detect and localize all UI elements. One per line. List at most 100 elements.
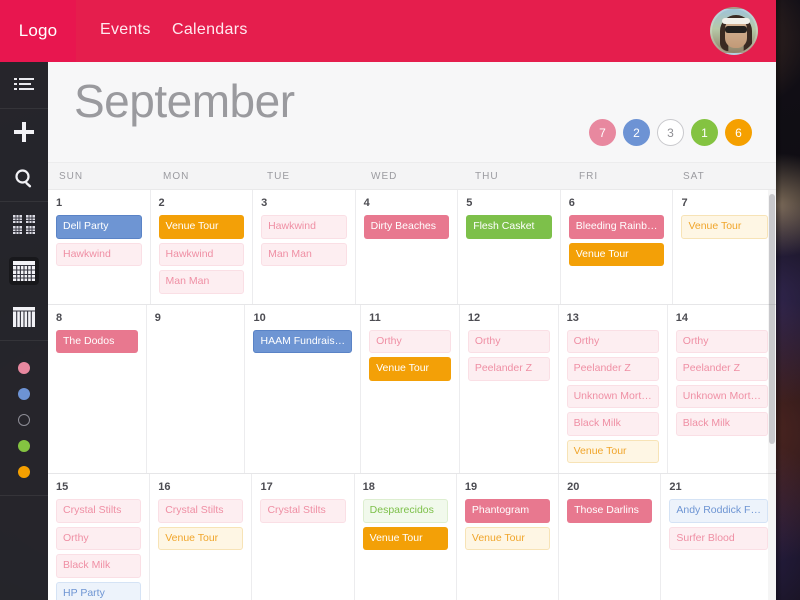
calendar-event[interactable]: Unknown Mort…	[566, 384, 659, 408]
status-badge[interactable]: 3	[657, 119, 684, 146]
calendar-dot-green[interactable]	[0, 433, 48, 459]
calendar-day-cell[interactable]: 17 Crystal Stilts	[252, 474, 355, 600]
calendar-event[interactable]: Venue Tour	[568, 242, 665, 266]
calendar-day-cell[interactable]: 3 Hawkwind Man Man	[253, 190, 356, 304]
calendar-event[interactable]: Orthy	[566, 329, 659, 353]
calendar-dot-green-swatch	[18, 440, 30, 452]
avatar-sunglasses	[725, 26, 747, 33]
nav-item-events[interactable]: Events	[100, 21, 151, 39]
calendar-event[interactable]: Hawkwind	[56, 242, 142, 266]
calendar-day-cell[interactable]: 21 Andy Roddick F… Surfer Blood	[661, 474, 776, 600]
calendar-event[interactable]: Venue Tour	[464, 526, 551, 550]
calendar-event[interactable]: Venue Tour	[566, 439, 659, 463]
calendar-day-cell[interactable]: 4 Dirty Beaches	[355, 190, 459, 304]
calendar-event[interactable]: Crystal Stilts	[260, 499, 346, 523]
calendar-event[interactable]: Crystal Stilts	[158, 499, 244, 523]
avatar[interactable]	[710, 7, 758, 55]
calendar-day-cell[interactable]: 20 Those Darlins	[559, 474, 662, 600]
calendar-event[interactable]: Man Man	[158, 270, 245, 294]
calendar-event[interactable]: Orthy	[467, 329, 550, 353]
calendar-day-cell[interactable]: 5 Flesh Casket	[458, 190, 561, 304]
calendar-event[interactable]: Hawkwind	[261, 215, 347, 239]
calendar-day-cell[interactable]: 16 Crystal Stilts Venue Tour	[150, 474, 253, 600]
calendar-scrollbar-thumb[interactable]	[769, 194, 775, 444]
calendar-event[interactable]: Black Milk	[566, 412, 659, 436]
calendar-event[interactable]: Peelander Z	[675, 357, 768, 381]
calendar-day-cell[interactable]: 18 Desparecidos Venue Tour	[354, 474, 457, 600]
day-number: 5	[466, 197, 473, 209]
status-badge[interactable]: 2	[623, 119, 650, 146]
calendar-day-cell[interactable]: 7 Venue Tour	[673, 190, 776, 304]
calendar-event[interactable]: Black Milk	[56, 554, 142, 578]
calendar-event[interactable]: Black Milk	[675, 412, 768, 436]
left-sidebar	[0, 62, 48, 600]
sidebar-item-list[interactable]	[0, 62, 48, 108]
sidebar-item-multi-month[interactable]	[0, 202, 48, 248]
calendar-event[interactable]: Flesh Casket	[466, 215, 552, 239]
calendar-event[interactable]: Surfer Blood	[669, 526, 768, 550]
calendar-event[interactable]: Man Man	[261, 242, 347, 266]
calendar-day-cell[interactable]: 19 Phantogram Venue Tour	[456, 474, 560, 600]
calendar-day-cell[interactable]: 14 Orthy Peelander Z Unknown Mort… Black Mil…	[667, 304, 776, 473]
calendar-event[interactable]: Andy Roddick F…	[669, 499, 768, 523]
day-of-week-label: WED	[371, 170, 398, 182]
day-number: 19	[464, 481, 478, 493]
sidebar-item-add[interactable]	[0, 109, 48, 155]
nav-item-calendars[interactable]: Calendars	[172, 21, 248, 39]
status-badge[interactable]: 1	[691, 119, 718, 146]
day-of-week-label: FRI	[579, 170, 599, 182]
calendar-event[interactable]: Phantogram	[464, 499, 551, 523]
calendar-dot-orange[interactable]	[0, 459, 48, 485]
calendar-event[interactable]: Desparecidos	[362, 499, 448, 523]
status-badge[interactable]: 7	[589, 119, 616, 146]
calendar-event[interactable]: Those Darlins	[567, 499, 653, 523]
calendar-panel: September 72316 SUN MON TUE WED THU FRI SAT 1D…	[48, 62, 776, 600]
calendar-event[interactable]: Venue Tour	[362, 526, 448, 550]
calendar-event[interactable]: Venue Tour	[158, 526, 244, 550]
calendar-dot-blue[interactable]	[0, 381, 48, 407]
day-number: 1	[56, 197, 63, 209]
calendar-day-cell[interactable]: 15 Crystal Stilts Orthy Black Milk HP Party	[48, 474, 151, 600]
calendar-event[interactable]: Peelander Z	[467, 357, 550, 381]
calendar-day-cell[interactable]: 10 HAAM Fundrais…	[245, 304, 362, 473]
calendar-event[interactable]: Venue Tour	[681, 215, 768, 239]
day-number: 15	[56, 481, 69, 493]
search-icon	[14, 168, 34, 188]
calendar-dot-off[interactable]	[0, 407, 48, 433]
top-navigation-bar: Logo Events Calendars	[0, 0, 776, 62]
calendar-event[interactable]: Dirty Beaches	[363, 215, 450, 239]
calendar-event[interactable]: Orthy	[56, 526, 142, 550]
sidebar-item-month[interactable]	[0, 248, 48, 294]
calendar-day-cell[interactable]: 13 Orthy Peelander Z Unknown Mort… Black Mil…	[558, 304, 668, 473]
calendar-event[interactable]: Venue Tour	[369, 357, 451, 381]
calendar-day-cell[interactable]: 9	[146, 304, 246, 473]
calendar-day-cell[interactable]: 12 Orthy Peelander Z	[459, 304, 559, 473]
calendar-day-cell[interactable]: 2 Venue Tour Hawkwind Man Man	[150, 190, 254, 304]
day-number: 16	[158, 481, 171, 493]
calendar-day-cell[interactable]: 1 Dell Party Hawkwind	[48, 190, 151, 304]
calendar-event[interactable]: Orthy	[675, 329, 768, 353]
status-badge[interactable]: 6	[725, 119, 752, 146]
day-number: 9	[154, 311, 161, 324]
calendar-event[interactable]: Bleeding Rainb…	[568, 215, 665, 239]
calendar-event[interactable]: Dell Party	[56, 215, 142, 239]
calendar-event[interactable]: Hawkwind	[158, 242, 245, 266]
logo-button[interactable]: Logo	[0, 0, 76, 62]
calendar-event[interactable]: HAAM Fundrais…	[253, 329, 353, 353]
calendar-event[interactable]: The Dodos	[56, 329, 138, 353]
month-grid-icon	[9, 257, 39, 285]
sidebar-item-search[interactable]	[0, 155, 48, 201]
calendar-dot-pink-swatch	[18, 362, 30, 374]
calendar-event[interactable]: Crystal Stilts	[56, 499, 142, 523]
calendar-day-cell[interactable]: 11 Orthy Venue Tour	[361, 304, 460, 473]
sidebar-item-week[interactable]	[0, 294, 48, 340]
calendar-day-cell[interactable]: 8 The Dodos	[48, 304, 147, 473]
calendar-event[interactable]: Venue Tour	[158, 215, 245, 239]
calendar-event[interactable]: Peelander Z	[566, 357, 659, 381]
calendar-event[interactable]: Orthy	[369, 329, 451, 353]
calendar-event[interactable]: Unknown Mort…	[675, 384, 768, 408]
calendar-day-cell[interactable]: 6 Bleeding Rainb… Venue Tour	[560, 190, 674, 304]
calendar-dot-pink[interactable]	[0, 355, 48, 381]
calendar-event[interactable]: HP Party	[56, 581, 142, 600]
page-title: September	[74, 75, 295, 127]
